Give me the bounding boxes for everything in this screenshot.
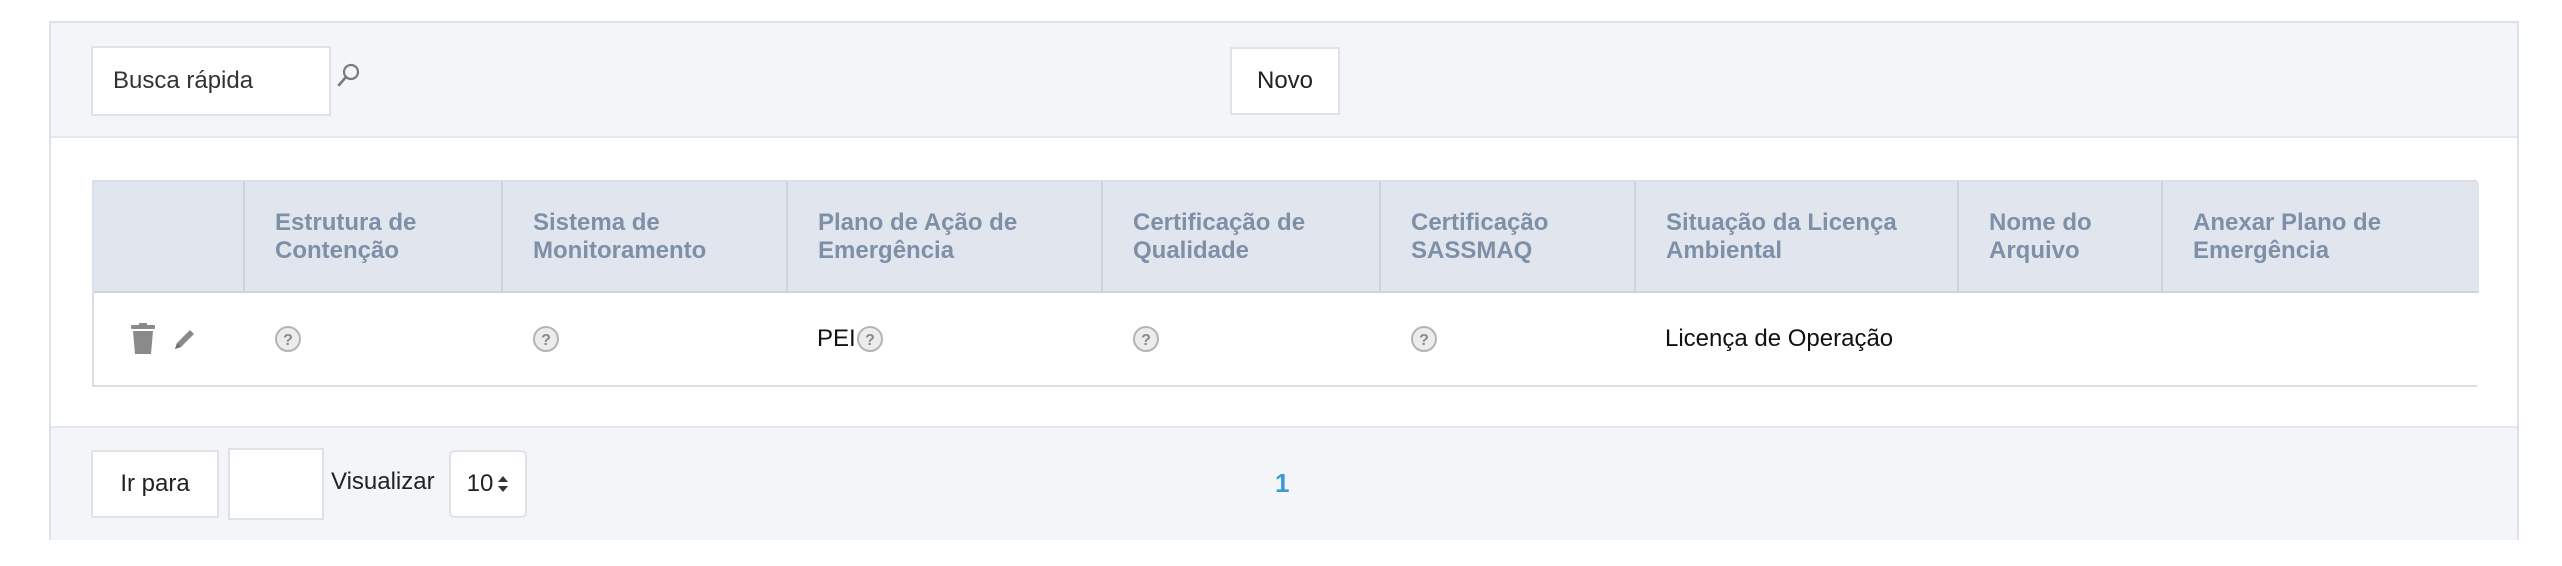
question-circle-icon[interactable]: ?	[1410, 325, 1438, 353]
table-header-row: Estrutura de Contenção Sistema de Monito…	[94, 182, 2479, 293]
list-panel: Busca rápida Novo Estrutura de Contenção…	[49, 21, 2519, 540]
new-button[interactable]: Novo	[1230, 47, 1340, 115]
column-header-anexar[interactable]: Anexar Plano de Emergência	[2162, 182, 2479, 293]
page-link-current[interactable]: 1	[1275, 468, 1289, 499]
svg-text:?: ?	[1419, 332, 1429, 349]
cell-licenca: Licença de Operação	[1665, 325, 1894, 352]
goto-page-button[interactable]: Ir para	[91, 450, 219, 518]
column-header-estrutura[interactable]: Estrutura de Contenção	[244, 182, 503, 293]
column-header-sassmaq[interactable]: Certificação SASSMAQ	[1380, 182, 1636, 293]
question-circle-icon[interactable]: ?	[1132, 325, 1160, 353]
column-header-qualidade[interactable]: Certificação de Qualidade	[1102, 182, 1381, 293]
column-header-licenca[interactable]: Situação da Licença Ambiental	[1635, 182, 1959, 293]
pagination-bar: Ir para Visualizar 10 1	[51, 426, 2517, 540]
column-header-sistema[interactable]: Sistema de Monitoramento	[502, 182, 788, 293]
cell-plano-value: PEI	[817, 324, 856, 352]
search-icon[interactable]	[331, 59, 365, 93]
cell-estrutura: ?	[244, 292, 502, 385]
search-input[interactable]: Busca rápida	[91, 46, 331, 116]
question-circle-icon[interactable]: ?	[856, 325, 884, 353]
cell-sassmaq: ?	[1380, 292, 1635, 385]
page-size-label: Visualizar	[331, 468, 435, 495]
column-header-actions	[94, 182, 245, 293]
cell-arquivo	[1958, 292, 2162, 385]
page-size-value: 10	[466, 470, 494, 497]
cell-qualidade: ?	[1102, 292, 1380, 385]
question-circle-icon[interactable]: ?	[532, 325, 560, 353]
row-actions-cell	[94, 292, 244, 385]
cell-anexar	[2162, 292, 2479, 385]
svg-text:?: ?	[283, 332, 293, 349]
table-row: ? ? PEI? ? ? Licença de Operação	[94, 292, 2479, 385]
question-circle-icon[interactable]: ?	[274, 325, 302, 353]
toolbar: Busca rápida Novo	[51, 23, 2517, 138]
cell-sistema: ?	[502, 292, 787, 385]
svg-text:?: ?	[541, 332, 551, 349]
data-table: Estrutura de Contenção Sistema de Monito…	[92, 180, 2479, 387]
column-header-plano[interactable]: Plano de Ação de Emergência	[787, 182, 1103, 293]
sort-arrows-icon	[498, 476, 509, 492]
trash-icon[interactable]	[130, 323, 156, 355]
search-input-placeholder: Busca rápida	[113, 67, 254, 94]
svg-text:?: ?	[1141, 332, 1151, 349]
column-header-arquivo[interactable]: Nome do Arquivo	[1958, 182, 2163, 293]
goto-page-input[interactable]	[228, 448, 324, 520]
svg-text:?: ?	[865, 332, 875, 349]
page-size-select[interactable]: 10	[449, 450, 527, 518]
pencil-icon[interactable]	[172, 326, 198, 352]
cell-plano: PEI?	[787, 292, 1102, 385]
